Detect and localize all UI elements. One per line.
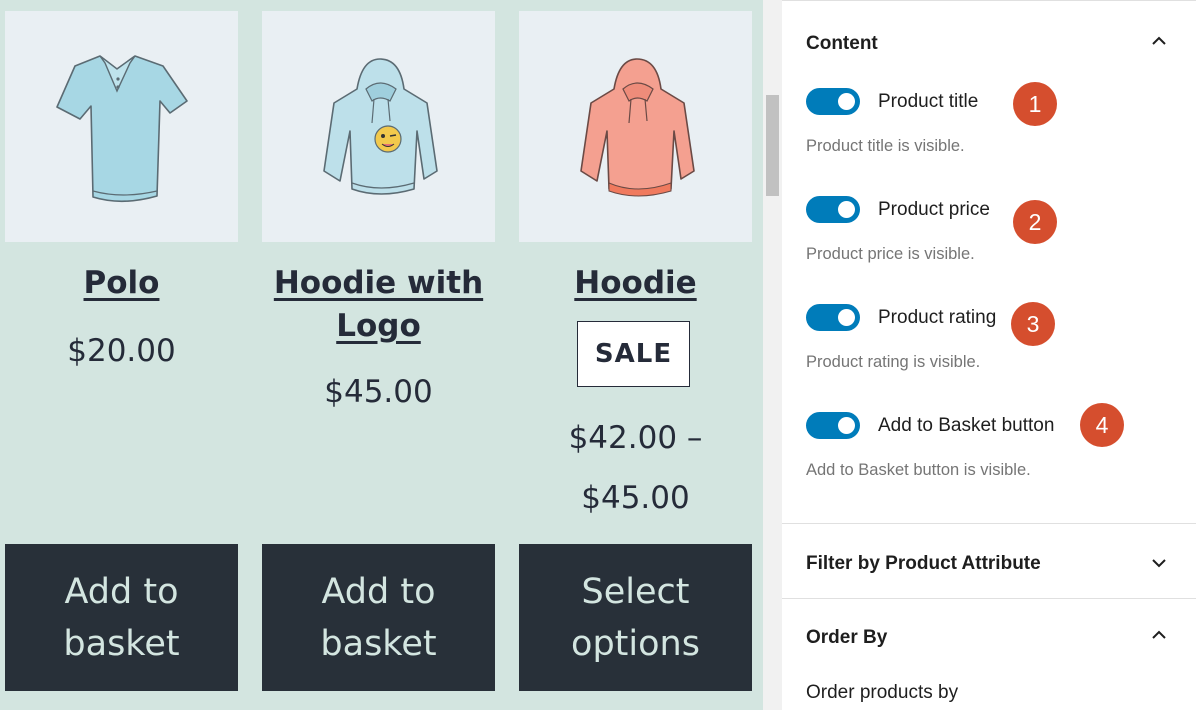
product-card-hoodie: Hoodie SALE $42.00 – $45.00 Select optio… <box>519 0 752 710</box>
hoodie-logo-image <box>323 58 438 195</box>
annotation-marker-3: 3 <box>1011 302 1055 346</box>
product-title-link[interactable]: Hoodie <box>574 265 696 301</box>
product-price-toggle-label[interactable]: Product price <box>878 199 990 221</box>
section-divider <box>782 598 1196 599</box>
product-rating-toggle-label[interactable]: Product rating <box>878 307 996 329</box>
product-price-help: Product price is visible. <box>806 245 975 263</box>
product-price: $45.00 <box>324 374 433 410</box>
chevron-up-icon[interactable] <box>1149 625 1169 645</box>
product-title-link[interactable]: Hoodie with Logo <box>274 265 483 344</box>
product-title-link[interactable]: Polo <box>84 265 160 301</box>
select-options-button[interactable]: Select options <box>519 544 752 691</box>
annotation-marker-4: 4 <box>1080 403 1124 447</box>
settings-panel: Content Product title 1 Product title is… <box>782 0 1196 711</box>
add-to-basket-button[interactable]: Add to basket <box>262 544 495 691</box>
product-price-from: $42.00 – <box>568 420 703 456</box>
product-image-polo[interactable] <box>5 11 238 242</box>
toggle-knob <box>838 93 855 110</box>
add-to-basket-button[interactable]: Add to basket <box>5 544 238 691</box>
order-section-title[interactable]: Order By <box>806 627 887 649</box>
product-image-hoodie[interactable] <box>519 11 752 242</box>
product-price-toggle[interactable] <box>806 196 860 223</box>
product-price: $20.00 <box>67 333 176 369</box>
product-price-to: $45.00 <box>581 480 690 516</box>
product-card-polo: Polo $20.00 Add to basket <box>5 0 238 710</box>
product-title-hoodie-with-logo: Hoodie with Logo <box>262 262 495 348</box>
add-to-basket-help: Add to Basket button is visible. <box>806 461 1031 479</box>
annotation-marker-2: 2 <box>1013 200 1057 244</box>
product-image-hoodie-with-logo[interactable] <box>262 11 495 242</box>
product-title-toggle[interactable] <box>806 88 860 115</box>
polo-shirt-image <box>56 55 188 203</box>
product-title-help: Product title is visible. <box>806 137 965 155</box>
product-rating-toggle[interactable] <box>806 304 860 331</box>
product-title-hoodie: Hoodie <box>519 262 752 305</box>
annotation-marker-1: 1 <box>1013 82 1057 126</box>
product-title-polo: Polo <box>5 262 238 305</box>
chevron-down-icon[interactable] <box>1149 553 1169 573</box>
toggle-knob <box>838 309 855 326</box>
product-rating-help: Product rating is visible. <box>806 353 981 371</box>
scrollbar-thumb[interactable] <box>766 95 779 196</box>
toggle-knob <box>838 417 855 434</box>
preview-scrollbar[interactable] <box>763 0 782 710</box>
chevron-up-icon[interactable] <box>1149 31 1169 51</box>
content-section-title[interactable]: Content <box>806 33 878 55</box>
block-preview: Polo $20.00 Add to basket Hoodie with Lo… <box>0 0 763 710</box>
order-products-by-label: Order products by <box>806 682 959 703</box>
sale-badge: SALE <box>577 321 690 387</box>
hoodie-image <box>580 58 695 197</box>
section-divider <box>782 523 1196 524</box>
product-title-toggle-label[interactable]: Product title <box>878 91 978 113</box>
add-to-basket-toggle[interactable] <box>806 412 860 439</box>
add-to-basket-toggle-label[interactable]: Add to Basket button <box>878 415 1054 437</box>
toggle-knob <box>838 201 855 218</box>
product-card-hoodie-with-logo: Hoodie with Logo $45.00 Add to basket <box>262 0 495 710</box>
filter-section-title[interactable]: Filter by Product Attribute <box>806 553 1041 575</box>
